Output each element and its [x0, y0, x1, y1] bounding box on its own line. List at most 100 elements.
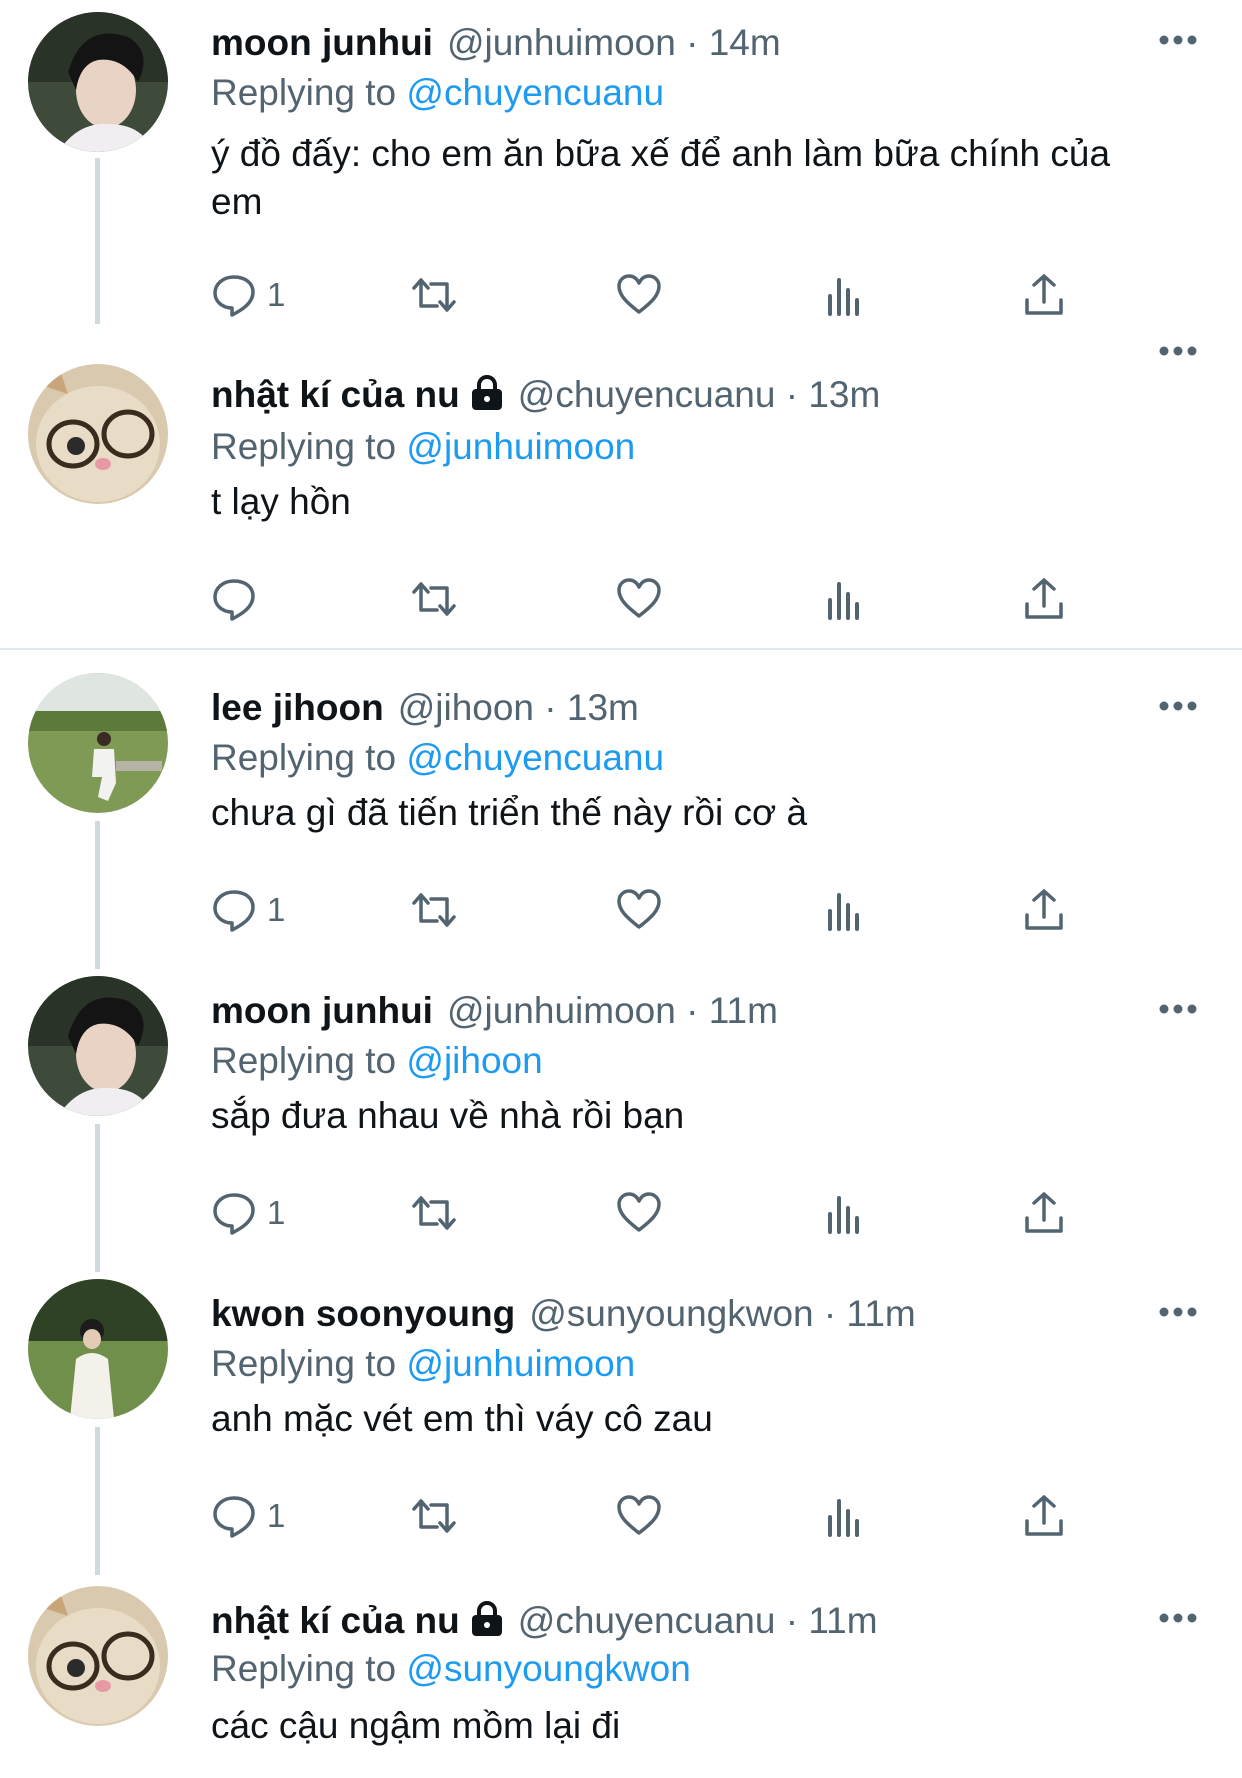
more-dots-icon[interactable] [1158, 1003, 1198, 1015]
avatar-dark-hair-profile [28, 976, 168, 1116]
like-button[interactable] [616, 885, 662, 935]
tweet-header: lee jihoon @jihoon · 13m [211, 683, 639, 733]
like-button[interactable] [616, 270, 662, 320]
tweet-text: sắp đưa nhau về nhà rồi bạn [211, 1095, 685, 1136]
thread-line [95, 1124, 100, 1272]
retweet-button[interactable] [411, 270, 457, 320]
handle-and-time: @junhuimoon · 11m [446, 990, 778, 1031]
share-icon [1025, 889, 1063, 930]
avatar[interactable] [28, 976, 168, 1116]
more-dots-icon[interactable] [1158, 1612, 1198, 1624]
more-dots-icon[interactable] [1158, 1306, 1198, 1318]
thread-line [95, 1427, 100, 1575]
more-dots-icon[interactable] [1158, 700, 1198, 712]
avatar[interactable] [28, 1586, 168, 1726]
replying-mention[interactable]: @sunyoungkwon [406, 1648, 690, 1689]
more-dots-icon[interactable] [1158, 345, 1198, 357]
retweet-button[interactable] [411, 1188, 457, 1238]
lock-icon [471, 1601, 502, 1636]
avatar-dark-hair-profile [28, 12, 168, 152]
view-stats-button[interactable] [821, 270, 867, 320]
share-icon [1025, 1192, 1063, 1233]
replying-label: Replying to [211, 737, 397, 778]
replying-to: Replying to @jihoon [211, 1036, 543, 1086]
like-button[interactable] [616, 1188, 662, 1238]
display-name[interactable]: nhật kí của nu [211, 374, 460, 415]
retweet-button[interactable] [411, 1491, 457, 1541]
tweet-text: t lạy hồn [211, 481, 351, 522]
reply-button[interactable] [211, 574, 267, 624]
retweet-icon [412, 1499, 456, 1533]
tweet-header: nhật kí của nu @chuyencuanu · 11m [211, 1596, 878, 1646]
replying-mention[interactable]: @chuyencuanu [406, 72, 664, 113]
replying-mention[interactable]: @junhuimoon [406, 1343, 635, 1384]
reply-bubble-icon [213, 890, 255, 932]
view-stats-icon [828, 278, 859, 316]
display-name[interactable]: moon junhui [211, 22, 433, 63]
replying-mention[interactable]: @junhuimoon [406, 426, 635, 467]
replying-label: Replying to [211, 1343, 397, 1384]
view-stats-button[interactable] [821, 885, 867, 935]
retweet-icon [412, 893, 456, 927]
reply-count: 1 [267, 1497, 286, 1534]
heart-icon [617, 889, 661, 929]
tweet-actions: 1 [211, 270, 1111, 320]
retweet-button[interactable] [411, 574, 457, 624]
view-stats-icon [828, 1196, 859, 1234]
like-button[interactable] [616, 574, 662, 624]
avatar-cat-with-glasses [28, 1586, 168, 1726]
tweet-actions: 1 [211, 1491, 1111, 1541]
replying-label: Replying to [211, 1648, 397, 1689]
display-name[interactable]: lee jihoon [211, 687, 384, 728]
tweet-text: ý đồ đấy: cho em ăn bữa xế để anh làm bữ… [211, 133, 1111, 222]
replying-label: Replying to [211, 72, 397, 113]
tweet-text: các cậu ngậm mồm lại đi [211, 1705, 621, 1746]
avatar[interactable] [28, 1279, 168, 1419]
like-button[interactable] [616, 1491, 662, 1541]
tweet-actions: 1 [211, 885, 1111, 935]
handle-and-time: @chuyencuanu · 11m [517, 1600, 878, 1641]
display-name[interactable]: nhật kí của nu [211, 1600, 460, 1641]
replying-to: Replying to @junhuimoon [211, 422, 635, 472]
view-stats-button[interactable] [821, 574, 867, 624]
reply-bubble-icon [213, 579, 255, 621]
avatar[interactable] [28, 364, 168, 504]
avatar-person-in-field [28, 1279, 168, 1419]
tweet-header: kwon soonyoung @sunyoungkwon · 11m [211, 1289, 916, 1339]
handle-and-time: @junhuimoon · 14m [446, 22, 781, 63]
share-button[interactable] [1021, 885, 1067, 935]
display-name[interactable]: kwon soonyoung [211, 1293, 515, 1334]
view-stats-button[interactable] [821, 1491, 867, 1541]
more-dots-icon[interactable] [1158, 34, 1198, 46]
view-stats-button[interactable] [821, 1188, 867, 1238]
reply-count: 1 [267, 891, 286, 928]
share-button[interactable] [1021, 574, 1067, 624]
view-stats-icon [828, 582, 859, 620]
avatar[interactable] [28, 673, 168, 813]
lock-icon [471, 375, 502, 410]
retweet-button[interactable] [411, 885, 457, 935]
avatar[interactable] [28, 12, 168, 152]
retweet-icon [412, 582, 456, 616]
reply-button[interactable]: 1 [211, 1491, 285, 1541]
handle-and-time: @sunyoungkwon · 11m [529, 1293, 916, 1334]
share-button[interactable] [1021, 270, 1067, 320]
reply-bubble-icon [213, 1193, 255, 1235]
share-button[interactable] [1021, 1491, 1067, 1541]
reply-button[interactable]: 1 [211, 270, 285, 320]
share-icon [1025, 1495, 1063, 1536]
handle-and-time: @jihoon · 13m [397, 687, 639, 728]
tweet-text: chưa gì đã tiến triển thế này rồi cơ à [211, 792, 808, 833]
tweet-header: nhật kí của nu @chuyencuanu · 13m [211, 370, 880, 420]
thread-line [95, 158, 100, 324]
reply-button[interactable]: 1 [211, 885, 285, 935]
display-name[interactable]: moon junhui [211, 990, 433, 1031]
view-stats-icon [828, 1499, 859, 1537]
share-icon [1025, 274, 1063, 315]
replying-to: Replying to @junhuimoon [211, 1339, 635, 1389]
replying-mention[interactable]: @jihoon [406, 1040, 542, 1081]
reply-button[interactable]: 1 [211, 1188, 285, 1238]
replying-mention[interactable]: @chuyencuanu [406, 737, 664, 778]
avatar-cat-with-glasses [28, 364, 168, 504]
share-button[interactable] [1021, 1188, 1067, 1238]
